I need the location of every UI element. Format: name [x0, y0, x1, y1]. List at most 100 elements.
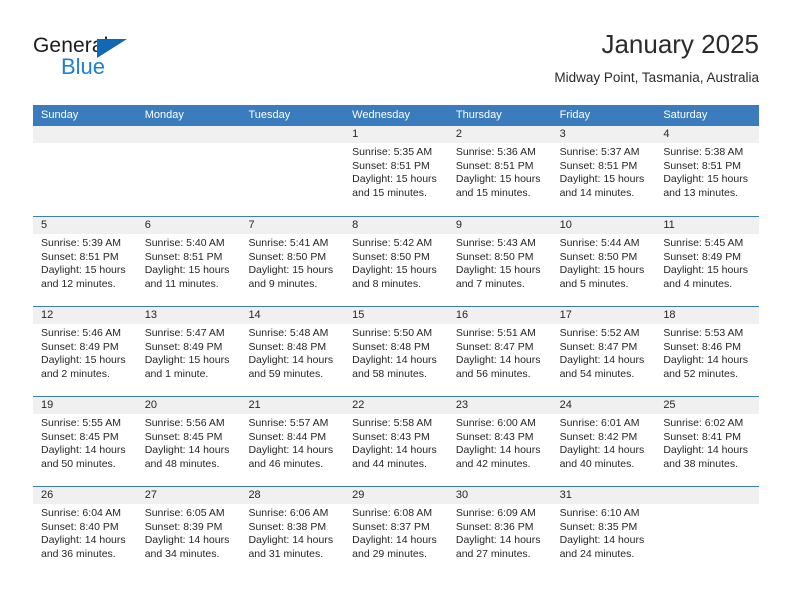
sunset-time: Sunset: 8:50 PM [559, 250, 638, 263]
sunset-time: Sunset: 8:48 PM [352, 340, 430, 353]
calendar-day-cell[interactable]: 9 Sunrise: 5:43 AM Sunset: 8:50 PM Daylight… [447, 217, 552, 306]
day-details: Sunrise: 5:55 AM Sunset: 8:45 PM Daylight:… [33, 414, 137, 471]
day-number: 30 [447, 487, 552, 504]
daylight-duration-line2: and 14 minutes. [559, 186, 635, 199]
calendar-day-cell[interactable]: 1 Sunrise: 5:35 AM Sunset: 8:51 PM Daylight… [344, 126, 448, 216]
generalblue-logo[interactable]: General Blue [33, 34, 203, 90]
calendar-day-cell[interactable]: 17 Sunrise: 5:52 AM Sunset: 8:47 PM Dayligh… [551, 307, 656, 396]
daylight-duration-line2: and 2 minutes. [41, 367, 110, 380]
calendar-day-cell[interactable]: 8 Sunrise: 5:42 AM Sunset: 8:50 PM Daylight… [344, 217, 448, 306]
daylight-duration-line2: and 48 minutes. [144, 457, 220, 470]
calendar-day-cell[interactable]: 7 Sunrise: 5:41 AM Sunset: 8:50 PM Daylight… [240, 217, 345, 306]
calendar-day-cell[interactable]: 3 Sunrise: 5:37 AM Sunset: 8:51 PM Daylight… [551, 126, 656, 216]
daylight-duration-line2: and 11 minutes. [144, 277, 219, 290]
day-details: Sunrise: 5:48 AM Sunset: 8:48 PM Daylight:… [240, 324, 344, 381]
daylight-duration-line1: Daylight: 15 hours [663, 264, 748, 277]
calendar-day-cell[interactable]: 12 Sunrise: 5:46 AM Sunset: 8:49 PM Dayligh… [33, 307, 137, 396]
day-details: Sunrise: 5:47 AM Sunset: 8:49 PM Daylight:… [137, 324, 241, 381]
day-details: Sunrise: 6:08 AM Sunset: 8:37 PM Daylight:… [344, 504, 448, 561]
sunrise-time: Sunrise: 6:04 AM [41, 507, 121, 519]
day-number [655, 487, 760, 504]
calendar-day-cell[interactable]: 27 Sunrise: 6:05 AM Sunset: 8:39 PM Dayligh… [136, 487, 241, 576]
day-number: 2 [447, 126, 552, 143]
sunrise-time: Sunrise: 5:45 AM [663, 237, 744, 249]
sunrise-time: Sunrise: 5:38 AM [663, 146, 744, 158]
calendar-day-cell[interactable]: 2 Sunrise: 5:36 AM Sunset: 8:51 PM Daylight… [447, 126, 552, 216]
calendar-day-cell[interactable]: 21 Sunrise: 5:57 AM Sunset: 8:44 PM Dayligh… [240, 397, 345, 486]
sunrise-time: Sunrise: 5:40 AM [144, 237, 225, 249]
calendar-day-cell[interactable]: 25 Sunrise: 6:02 AM Sunset: 8:41 PM Dayligh… [655, 397, 760, 486]
daylight-duration-line1: Daylight: 14 hours [663, 354, 748, 367]
day-details: Sunrise: 6:02 AM Sunset: 8:41 PM Daylight:… [655, 414, 759, 471]
calendar-day-cell[interactable]: 10 Sunrise: 5:44 AM Sunset: 8:50 PM Dayligh… [551, 217, 656, 306]
calendar-weeks: 1 Sunrise: 5:35 AM Sunset: 8:51 PM Daylight… [33, 126, 760, 576]
calendar-day-cell[interactable]: 26 Sunrise: 6:04 AM Sunset: 8:40 PM Dayligh… [33, 487, 137, 576]
sunrise-time: Sunrise: 5:41 AM [248, 237, 329, 249]
day-details: Sunrise: 6:06 AM Sunset: 8:38 PM Daylight:… [240, 504, 344, 561]
sunset-time: Sunset: 8:35 PM [559, 520, 638, 533]
daylight-duration-line1: Daylight: 15 hours [144, 354, 230, 367]
calendar-day-cell[interactable]: 5 Sunrise: 5:39 AM Sunset: 8:51 PM Daylight… [33, 217, 137, 306]
daylight-duration-line1: Daylight: 14 hours [144, 534, 230, 547]
daylight-duration-line2: and 59 minutes. [248, 367, 324, 380]
daylight-duration-line2: and 31 minutes. [248, 547, 324, 560]
sunrise-time: Sunrise: 5:52 AM [559, 327, 640, 339]
sunset-time: Sunset: 8:45 PM [144, 430, 223, 443]
sunset-time: Sunset: 8:49 PM [144, 340, 223, 353]
day-number: 14 [240, 307, 345, 324]
sunset-time: Sunset: 8:43 PM [455, 430, 534, 443]
daylight-duration-line1: Daylight: 14 hours [663, 444, 748, 457]
daylight-duration-line2: and 34 minutes. [144, 547, 220, 560]
day-details: Sunrise: 6:01 AM Sunset: 8:42 PM Daylight:… [552, 414, 656, 471]
daylight-duration-line2: and 46 minutes. [248, 457, 324, 470]
day-details: Sunrise: 6:05 AM Sunset: 8:39 PM Daylight:… [137, 504, 241, 561]
sunrise-time: Sunrise: 6:10 AM [559, 507, 640, 519]
calendar-day-cell[interactable]: 20 Sunrise: 5:56 AM Sunset: 8:45 PM Dayligh… [136, 397, 241, 486]
calendar-day-cell[interactable]: 24 Sunrise: 6:01 AM Sunset: 8:42 PM Dayligh… [551, 397, 656, 486]
day-details: Sunrise: 6:10 AM Sunset: 8:35 PM Daylight:… [552, 504, 656, 561]
calendar-day-cell[interactable]: 29 Sunrise: 6:08 AM Sunset: 8:37 PM Dayligh… [344, 487, 448, 576]
daylight-duration-line2: and 56 minutes. [455, 367, 531, 380]
calendar-day-cell[interactable]: 15 Sunrise: 5:50 AM Sunset: 8:48 PM Dayligh… [344, 307, 448, 396]
sunset-time: Sunset: 8:46 PM [663, 340, 741, 353]
calendar-day-cell[interactable]: 6 Sunrise: 5:40 AM Sunset: 8:51 PM Daylight… [136, 217, 241, 306]
sunrise-time: Sunrise: 5:35 AM [352, 146, 433, 158]
calendar-day-cell[interactable]: 14 Sunrise: 5:48 AM Sunset: 8:48 PM Dayligh… [240, 307, 345, 396]
day-number: 4 [655, 126, 760, 143]
calendar-week-row: 26 Sunrise: 6:04 AM Sunset: 8:40 PM Dayligh… [33, 486, 760, 576]
daylight-duration-line1: Daylight: 14 hours [455, 444, 541, 457]
calendar-day-cell[interactable]: 19 Sunrise: 5:55 AM Sunset: 8:45 PM Dayligh… [33, 397, 137, 486]
calendar-day-cell[interactable]: 4 Sunrise: 5:38 AM Sunset: 8:51 PM Daylight… [655, 126, 760, 216]
calendar-day-cell[interactable]: 30 Sunrise: 6:09 AM Sunset: 8:36 PM Dayligh… [447, 487, 552, 576]
calendar-day-cell[interactable]: 28 Sunrise: 6:06 AM Sunset: 8:38 PM Dayligh… [240, 487, 345, 576]
weekday-header-sunday: Sunday [41, 109, 79, 121]
day-number: 22 [344, 397, 448, 414]
calendar-week-row: 1 Sunrise: 5:35 AM Sunset: 8:51 PM Daylight… [33, 126, 760, 216]
day-details: Sunrise: 5:50 AM Sunset: 8:48 PM Daylight:… [344, 324, 448, 381]
title-block: January 2025 Midway Point, Tasmania, Aus… [554, 28, 759, 88]
sunrise-time: Sunrise: 5:48 AM [248, 327, 329, 339]
calendar-day-cell[interactable]: 16 Sunrise: 5:51 AM Sunset: 8:47 PM Dayligh… [447, 307, 552, 396]
day-number [136, 126, 241, 143]
day-number: 17 [551, 307, 656, 324]
sunrise-time: Sunrise: 5:58 AM [352, 417, 433, 429]
calendar-day-cell[interactable]: 31 Sunrise: 6:10 AM Sunset: 8:35 PM Dayligh… [551, 487, 656, 576]
sunset-time: Sunset: 8:51 PM [559, 159, 638, 172]
logo-text-blue: Blue [61, 54, 106, 79]
calendar-day-cell[interactable]: 13 Sunrise: 5:47 AM Sunset: 8:49 PM Dayligh… [136, 307, 241, 396]
daylight-duration-line1: Daylight: 14 hours [248, 354, 334, 367]
daylight-duration-line1: Daylight: 15 hours [455, 264, 541, 277]
sunset-time: Sunset: 8:42 PM [559, 430, 638, 443]
day-number: 13 [136, 307, 241, 324]
calendar-day-cell[interactable]: 18 Sunrise: 5:53 AM Sunset: 8:46 PM Dayligh… [655, 307, 760, 396]
calendar-day-cell[interactable]: 23 Sunrise: 6:00 AM Sunset: 8:43 PM Dayligh… [447, 397, 552, 486]
calendar-day-cell[interactable]: 22 Sunrise: 5:58 AM Sunset: 8:43 PM Dayligh… [344, 397, 448, 486]
sunrise-time: Sunrise: 5:44 AM [559, 237, 640, 249]
sunset-time: Sunset: 8:49 PM [663, 250, 741, 263]
day-number: 9 [447, 217, 552, 234]
daylight-duration-line1: Daylight: 15 hours [559, 173, 645, 186]
day-number: 5 [33, 217, 137, 234]
calendar-day-cell[interactable]: 11 Sunrise: 5:45 AM Sunset: 8:49 PM Dayligh… [655, 217, 760, 306]
weekday-header-saturday: Saturday [663, 109, 708, 121]
day-number: 24 [551, 397, 656, 414]
